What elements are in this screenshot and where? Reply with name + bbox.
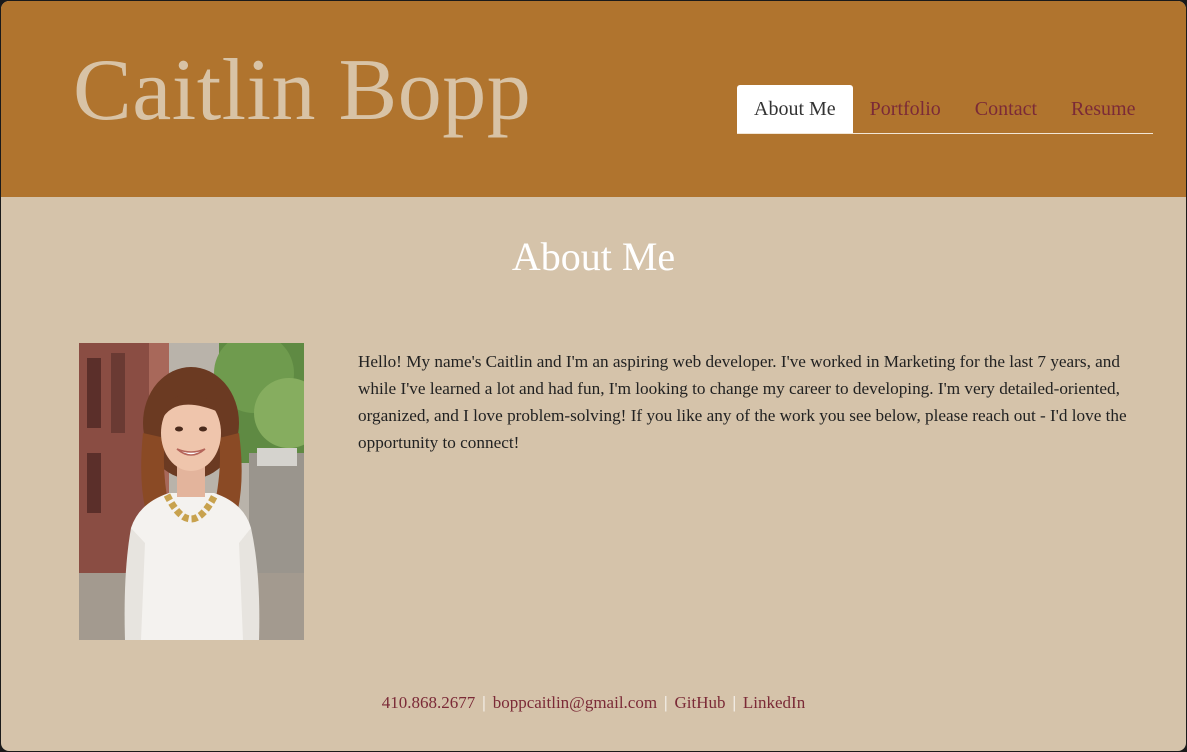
footer-separator: | (482, 693, 486, 712)
footer-separator: | (664, 693, 668, 712)
github-link[interactable]: GitHub (674, 693, 725, 712)
site-header: Caitlin Bopp About Me Portfolio Contact … (1, 1, 1186, 197)
site-footer: 410.868.2677 | boppcaitlin@gmail.com | GitHu… (1, 693, 1186, 713)
nav-tab-about-me[interactable]: About Me (737, 85, 853, 133)
footer-separator: | (732, 693, 736, 712)
nav-tab-resume[interactable]: Resume (1054, 85, 1152, 133)
email-link[interactable]: boppcaitlin@gmail.com (493, 693, 657, 712)
section-title: About Me (511, 234, 676, 279)
main-nav: About Me Portfolio Contact Resume (737, 85, 1153, 134)
phone-link[interactable]: 410.868.2677 (382, 693, 476, 712)
browser-viewport: Caitlin Bopp About Me Portfolio Contact … (1, 1, 1186, 751)
profile-photo (79, 343, 304, 640)
nav-tab-portfolio[interactable]: Portfolio (853, 85, 958, 133)
nav-tab-contact[interactable]: Contact (958, 85, 1054, 133)
linkedin-link[interactable]: LinkedIn (743, 693, 805, 712)
site-title: Caitlin Bopp (73, 42, 532, 139)
about-me-bio: Hello! My name's Caitlin and I'm an aspi… (358, 352, 1127, 452)
